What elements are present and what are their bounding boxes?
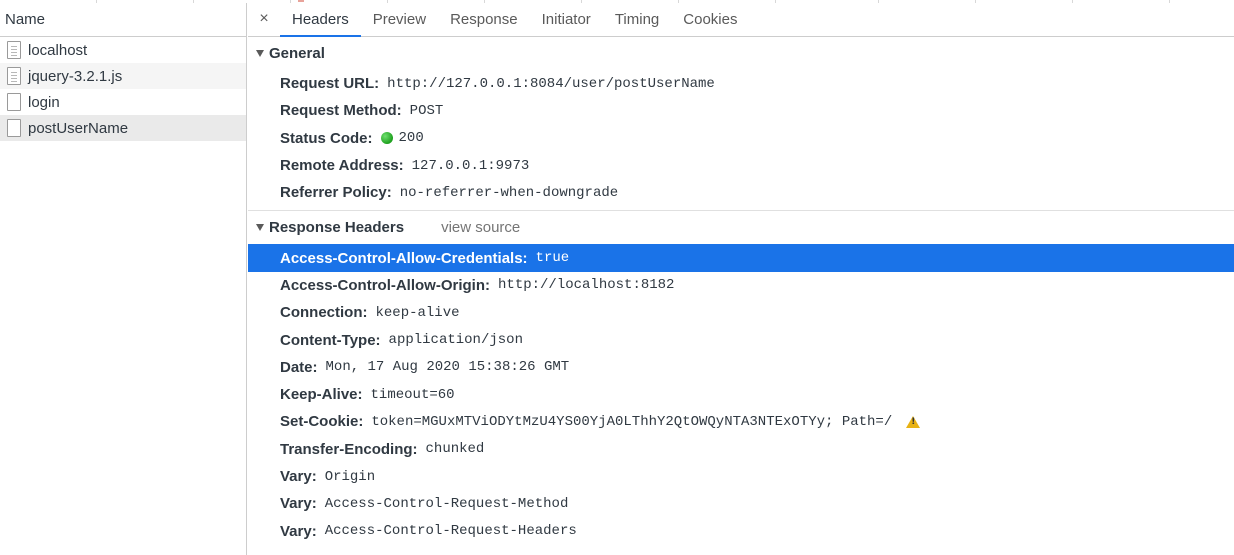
header-value: 127.0.0.1:9973 <box>411 157 530 174</box>
header-value: token=MGUxMTViODYtMzU4YS00YjA0LThhY2QtOW… <box>371 413 893 430</box>
header-value: chunked <box>425 441 485 458</box>
request-row-login[interactable]: login <box>0 89 246 115</box>
section-title: Response Headers <box>269 219 405 237</box>
request-list-panel: Name localhost jquery-3.2.1.js login pos… <box>0 3 247 555</box>
request-row-localhost[interactable]: localhost <box>0 37 246 63</box>
timeline-request-mark <box>298 0 304 2</box>
header-key: Connection: <box>280 304 368 322</box>
triangle-down-icon <box>256 224 264 232</box>
request-name: localhost <box>28 41 88 59</box>
request-name: jquery-3.2.1.js <box>28 67 123 85</box>
header-row: Content-Type: application/json <box>248 326 1234 353</box>
header-row: Vary: Access-Control-Request-Headers <box>248 517 1234 544</box>
header-key: Request Method: <box>280 102 402 120</box>
request-row-jquery[interactable]: jquery-3.2.1.js <box>0 63 246 89</box>
header-value: http://localhost:8182 <box>498 277 675 294</box>
view-source-link[interactable]: view source <box>441 219 520 236</box>
header-key: Keep-Alive: <box>280 386 363 404</box>
header-value: application/json <box>388 332 523 349</box>
header-key: Vary: <box>280 495 317 513</box>
header-value: Access-Control-Request-Headers <box>324 523 577 540</box>
header-row: Connection: keep-alive <box>248 299 1234 326</box>
section-title: General <box>269 45 325 62</box>
header-row: Request URL: http://127.0.0.1:8084/user/… <box>248 70 1234 97</box>
tab-preview[interactable]: Preview <box>361 3 438 36</box>
header-key: Referrer Policy: <box>280 184 392 202</box>
header-row: Transfer-Encoding: chunked <box>248 436 1234 463</box>
header-value: no-referrer-when-downgrade <box>399 184 619 201</box>
header-row: Vary: Origin <box>248 463 1234 490</box>
header-key: Set-Cookie: <box>280 413 364 431</box>
header-key: Vary: <box>280 522 317 540</box>
detail-tabbar: × Headers Preview Response Initiator Tim… <box>248 3 1234 37</box>
request-row-postusername[interactable]: postUserName <box>0 115 246 141</box>
header-row: Set-Cookie: token=MGUxMTViODYtMzU4YS00Yj… <box>248 408 1234 435</box>
header-value: Access-Control-Request-Method <box>324 495 569 512</box>
tab-headers[interactable]: Headers <box>280 3 361 37</box>
request-name: login <box>28 93 60 111</box>
header-key: Date: <box>280 358 318 376</box>
header-row: Status Code: 200 <box>248 125 1234 152</box>
header-row: Date: Mon, 17 Aug 2020 15:38:26 GMT <box>248 354 1234 381</box>
header-key: Access-Control-Allow-Credentials: <box>280 249 528 267</box>
tab-initiator[interactable]: Initiator <box>530 3 603 36</box>
header-row: Keep-Alive: timeout=60 <box>248 381 1234 408</box>
header-row: Remote Address: 127.0.0.1:9973 <box>248 152 1234 179</box>
request-name: postUserName <box>28 119 129 137</box>
status-ok-icon <box>380 132 393 145</box>
general-section-toggle[interactable]: General <box>248 37 1234 70</box>
close-icon[interactable]: × <box>248 3 280 36</box>
header-key: Remote Address: <box>280 157 404 175</box>
warning-icon[interactable] <box>906 415 921 428</box>
triangle-down-icon <box>256 50 264 57</box>
header-row-selected[interactable]: Access-Control-Allow-Credentials: true <box>248 244 1234 272</box>
header-key: Access-Control-Allow-Origin: <box>280 276 491 294</box>
header-value: keep-alive <box>375 304 460 321</box>
header-value: POST <box>409 102 444 119</box>
tab-response[interactable]: Response <box>438 3 530 36</box>
header-row: Referrer Policy: no-referrer-when-downgr… <box>248 179 1234 206</box>
tab-timing[interactable]: Timing <box>603 3 671 36</box>
header-row: Request Method: POST <box>248 97 1234 124</box>
header-value: Origin <box>324 468 376 485</box>
tab-cookies[interactable]: Cookies <box>671 3 749 36</box>
blank-file-icon <box>7 119 21 137</box>
header-value: Mon, 17 Aug 2020 15:38:26 GMT <box>325 359 570 376</box>
document-icon <box>7 41 21 59</box>
header-key: Status Code: <box>280 129 373 147</box>
header-row: Access-Control-Allow-Origin: http://loca… <box>248 272 1234 299</box>
header-row: Vary: Access-Control-Request-Method <box>248 490 1234 517</box>
name-column-header[interactable]: Name <box>0 3 246 37</box>
header-value: true <box>535 250 570 267</box>
blank-file-icon <box>7 93 21 111</box>
header-value: http://127.0.0.1:8084/user/postUserName <box>387 75 715 92</box>
header-value: 200 <box>398 130 424 147</box>
document-icon <box>7 67 21 85</box>
header-key: Request URL: <box>280 75 380 93</box>
response-headers-section-toggle[interactable]: Response Headers view source <box>248 211 1234 244</box>
request-detail-panel: × Headers Preview Response Initiator Tim… <box>248 3 1234 555</box>
header-key: Transfer-Encoding: <box>280 440 418 458</box>
header-key: Content-Type: <box>280 331 381 349</box>
header-key: Vary: <box>280 468 317 485</box>
header-value: timeout=60 <box>370 386 455 403</box>
